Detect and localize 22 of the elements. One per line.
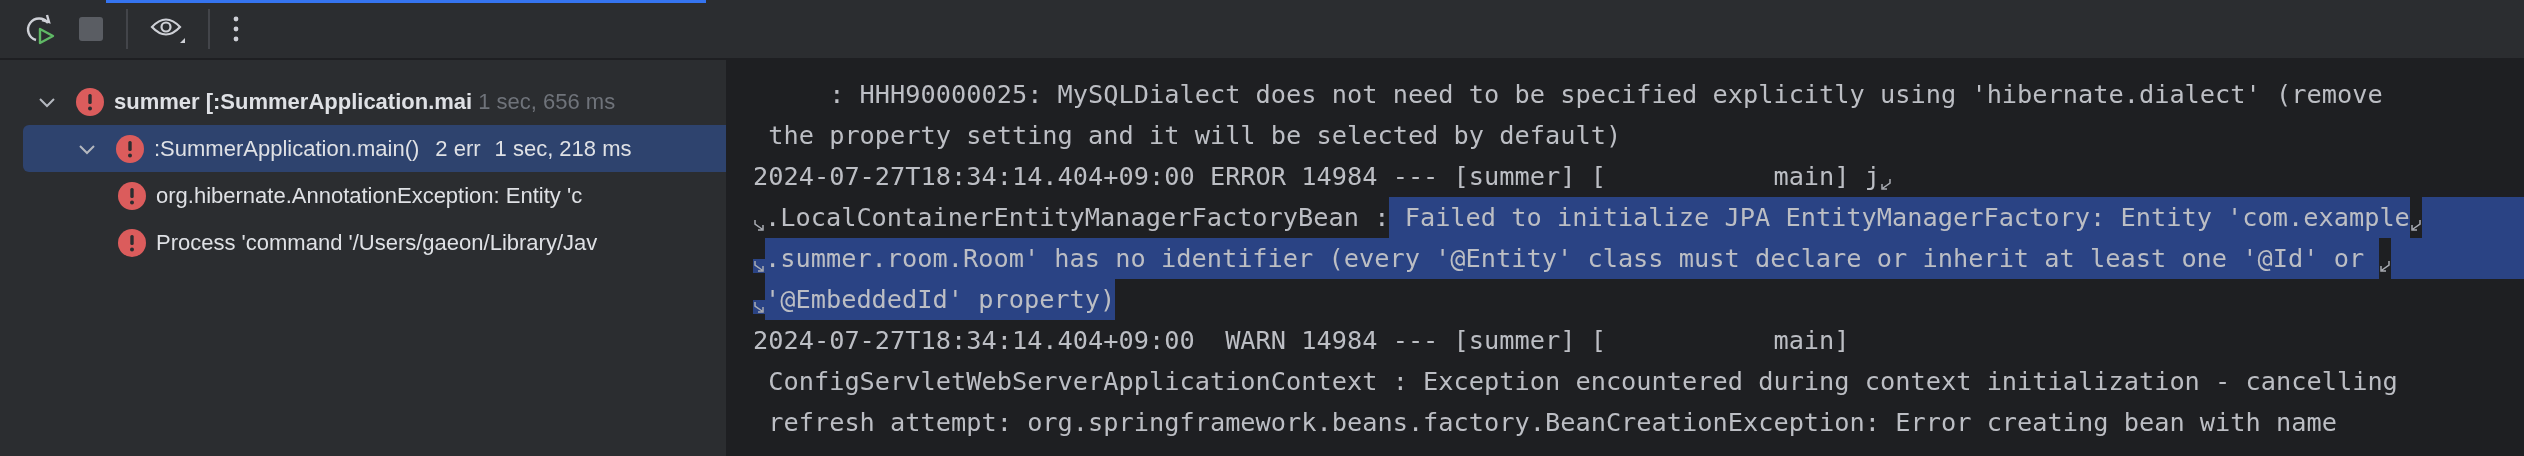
- duration-label: 1 sec, 656 ms: [478, 88, 616, 115]
- tree-label: :SummerApplication.main(): [154, 135, 420, 162]
- console-text: Failed to initialize JPA EntityManagerFactory: Entity 'com.example: [1389, 197, 2410, 238]
- error-count: 2 err: [435, 135, 481, 162]
- console-text: 2024-07-27T18:34:14.404+09:00 ERROR 14984 --- [summer] [ main] j: [753, 161, 1881, 193]
- tree-row[interactable]: Process 'command '/Users/gaeon/Library/Jav: [0, 219, 726, 266]
- console-text: '@EmbeddedId' property): [765, 279, 1116, 320]
- duration-label: 1 sec, 218 ms: [494, 135, 632, 162]
- console-text: ConfigServletWebServerApplicationContext : Exception encountered during context initialization - cancelling: [767, 366, 2398, 398]
- console-text: refresh attempt: org.springframework.beans.factory.BeanCreationException: Error creating bean with name: [767, 407, 2337, 439]
- tree-label: Process 'command '/Users/gaeon/Library/Jav: [156, 229, 598, 256]
- tree-label: summer [:SummerApplication.mai: [114, 88, 473, 115]
- more-options-icon[interactable]: [232, 14, 240, 44]
- console-text: 2024-07-27T18:34:14.404+09:00 WARN 14984 --- [summer] [ main]: [753, 325, 1850, 357]
- console-text: : HHH90000025: MySQLDialect does not need to be specified explicitly using 'hibernate.dialect' (remove: [828, 79, 2383, 111]
- console-text: .summer.room.Room' has no identifier (every '@Entity' class must declare or inherit at least one '@Id' or: [765, 238, 2380, 279]
- tree-row[interactable]: org.hibernate.AnnotationException: Entity 'c: [0, 172, 726, 219]
- console-text: .LocalContainerEntityManagerFactoryBean :: [765, 202, 1390, 234]
- console-text: the property setting and it will be selected by default): [767, 120, 1622, 152]
- tree-label: org.hibernate.AnnotationException: Entity 'c: [156, 182, 583, 209]
- tree-row[interactable]: summer [:SummerApplication.mai 1 sec, 656 ms: [0, 78, 726, 125]
- tree-row[interactable]: :SummerApplication.main() 2 err 1 sec, 218 ms: [23, 125, 726, 172]
